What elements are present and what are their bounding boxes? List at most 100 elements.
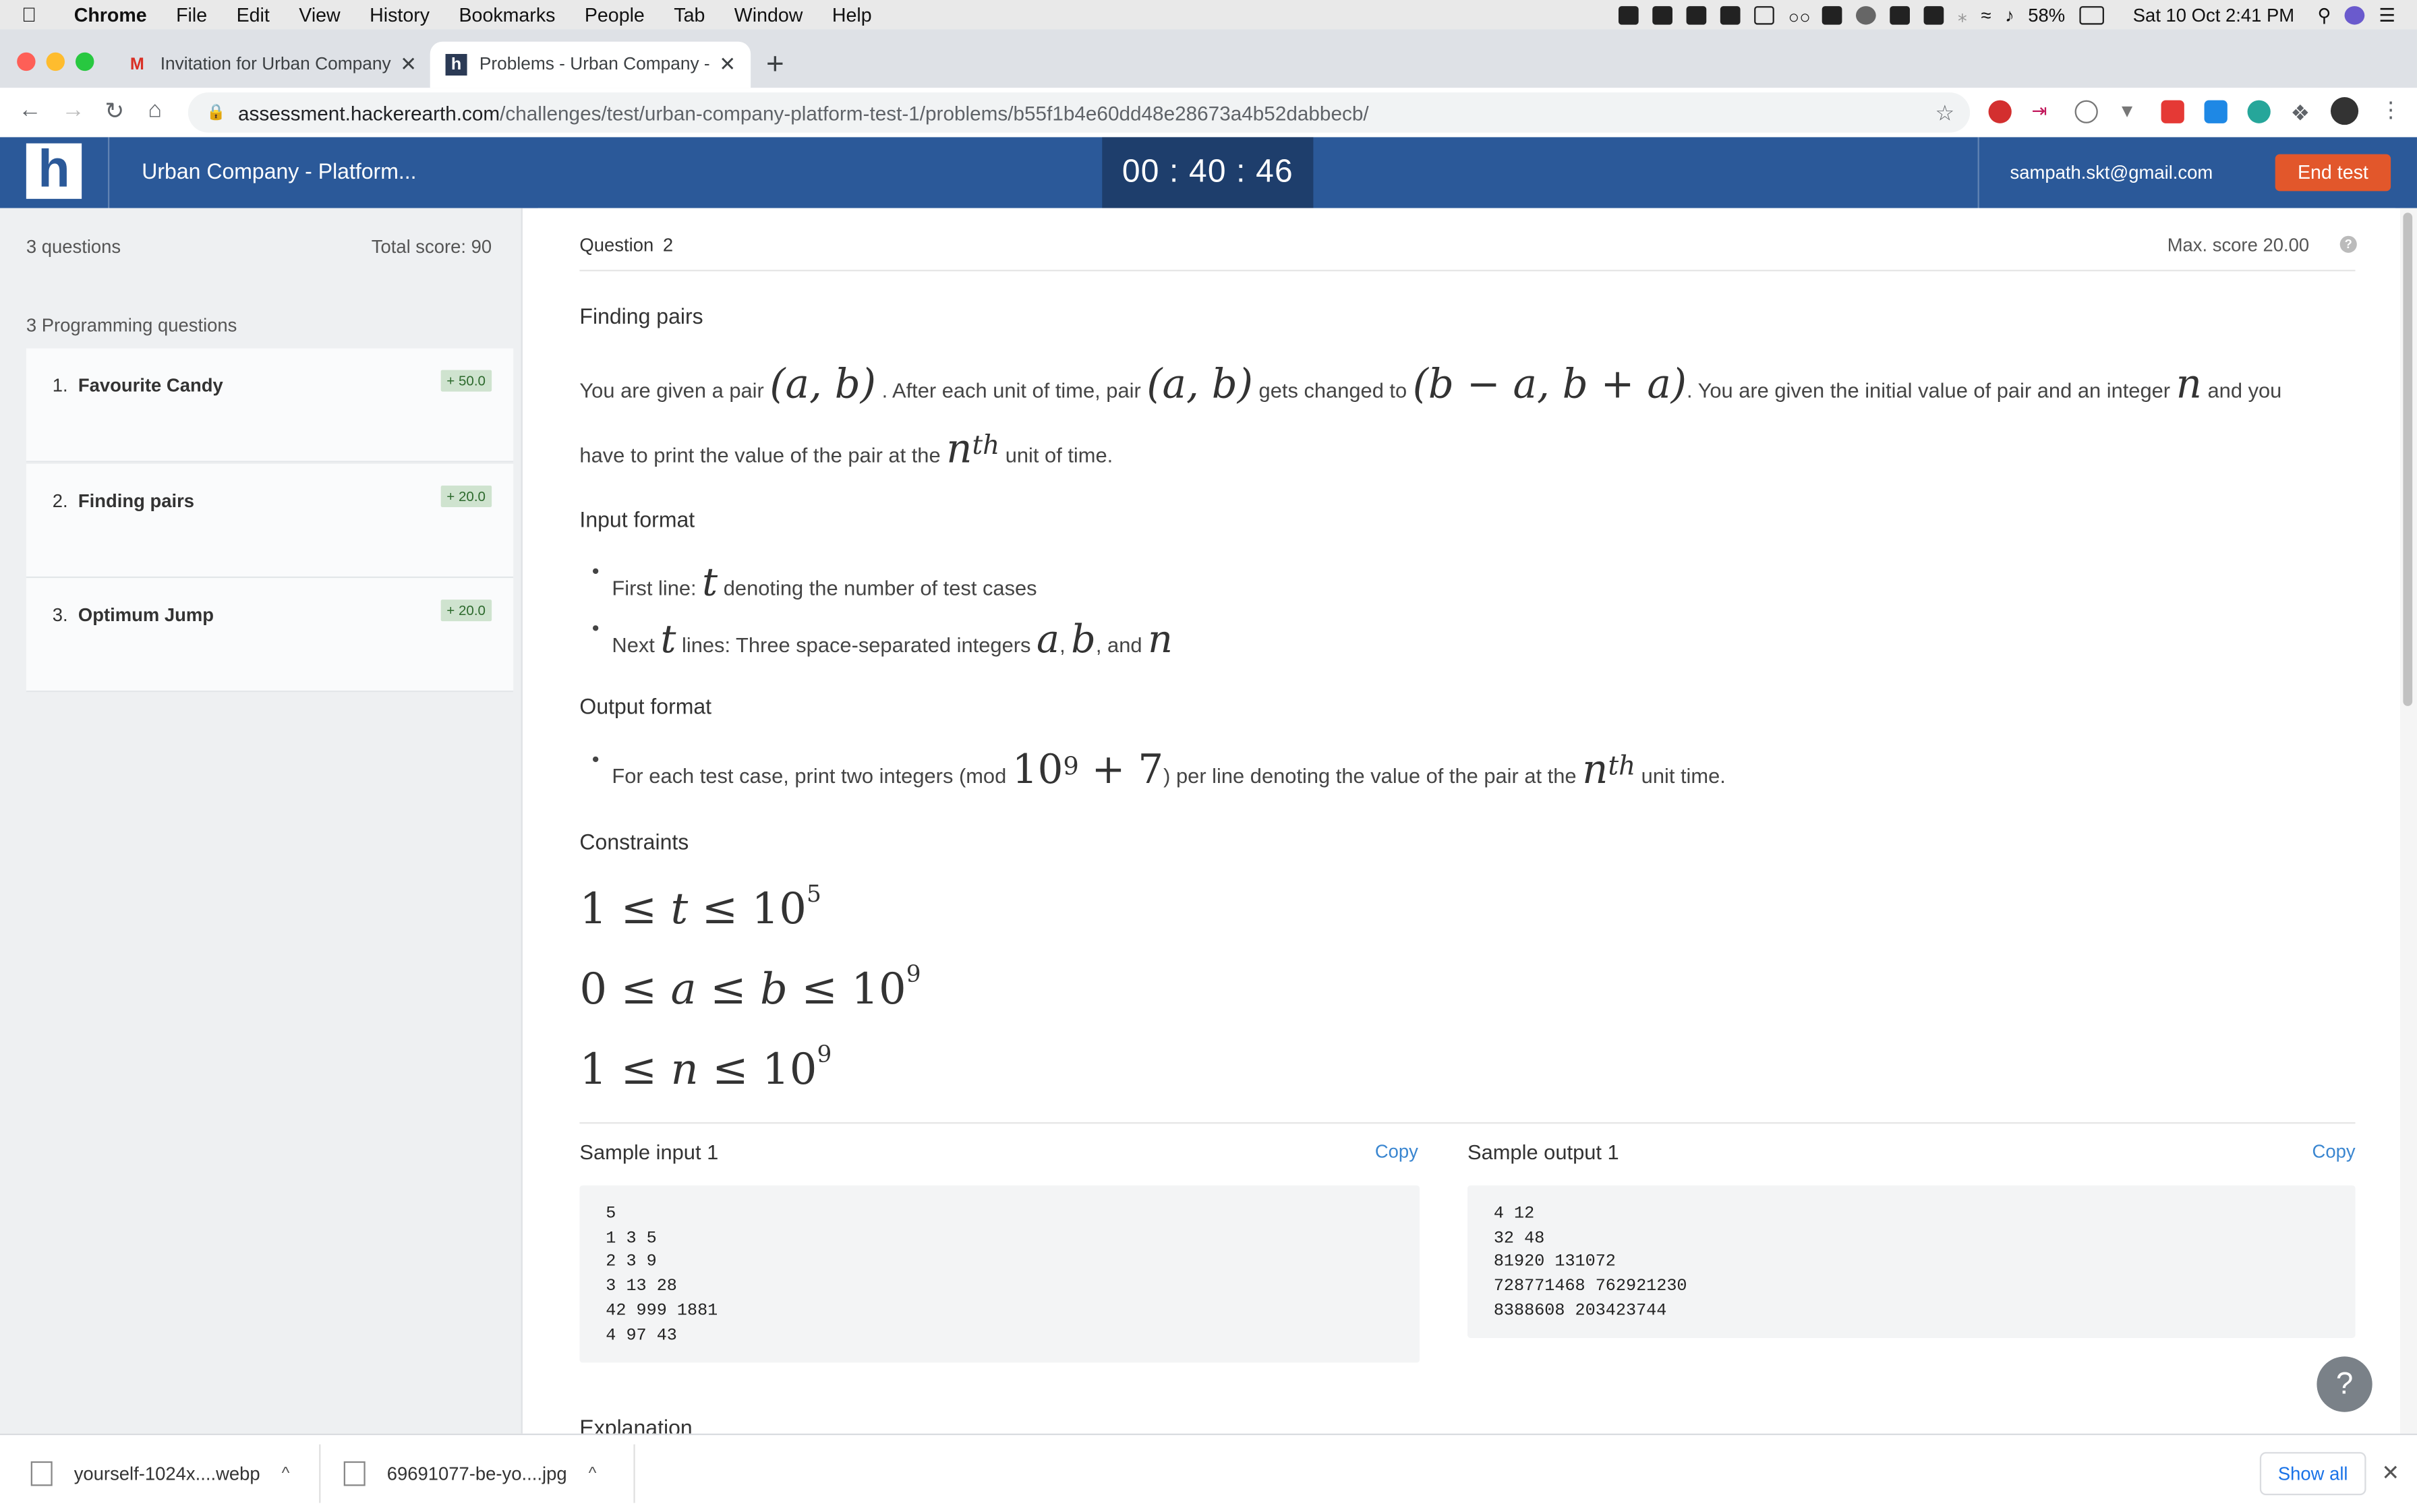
extension-icon[interactable] [2204,100,2227,123]
browser-toolbar: ← → ↻ ⌂ 🔒 assessment.hackerearth.com/cha… [0,88,2417,139]
copy-input-button[interactable]: Copy [1375,1140,1418,1162]
divider [319,1444,321,1503]
question-label: 1. Favourite Candy [52,374,223,397]
forward-icon[interactable]: → [61,97,84,123]
end-test-button[interactable]: End test [2275,154,2391,192]
wifi-icon[interactable]: ≈ [1981,4,1991,26]
adblock-icon[interactable] [1988,100,2012,123]
sample-input-code[interactable]: 5 1 3 5 2 3 9 3 13 28 42 999 1881 4 97 4… [579,1185,1420,1363]
chevron-up-icon[interactable]: ^ [282,1464,290,1482]
problem-statement-line-1: You are given a pair (a, b) . After each… [579,362,2282,409]
tray-app-icon[interactable] [1923,5,1944,24]
bluetooth-icon[interactable]: ⁎ [1958,4,1967,26]
user-email[interactable]: sampath.skt@gmail.com [2010,162,2213,183]
tab-gmail[interactable]: M Invitation for Urban Company - ✕ [111,42,432,88]
tray-app-icon[interactable] [1720,5,1741,24]
volume-icon[interactable]: ♪ [2005,4,2014,26]
constraints-heading: Constraints [579,829,689,854]
scrollbar[interactable] [2399,208,2417,1434]
dropbox-icon[interactable] [1686,5,1707,24]
docker-icon[interactable] [1652,5,1673,24]
tray-app-icon[interactable] [1619,5,1639,24]
countdown-timer: 00 : 40 : 46 [1102,137,1314,208]
back-icon[interactable]: ← [18,97,41,123]
menu-bookmarks[interactable]: Bookmarks [459,4,555,26]
question-item-optimum-jump[interactable]: 3. Optimum Jump + 20.0 [26,578,514,693]
problem-panel: Question 2 Max. score 20.00 ? Finding pai… [537,208,2395,1434]
minimize-window-button[interactable] [46,52,65,71]
score-badge: + 50.0 [440,370,492,392]
download-shelf: yourself-1024x....webp ^ 69691077-be-yo.… [0,1433,2417,1512]
reload-icon[interactable]: ↻ [105,97,124,125]
battery-percent[interactable]: 58% [2028,4,2065,26]
input-format-item: First line: t denoting the number of tes… [592,560,1037,604]
close-shelf-icon[interactable]: ✕ [2381,1460,2399,1486]
menu-history[interactable]: History [370,4,430,26]
menu-help[interactable]: Help [832,4,872,26]
download-item[interactable]: yourself-1024x....webp ^ [30,1435,290,1512]
show-all-downloads-button[interactable]: Show all [2259,1452,2366,1496]
extension-icon[interactable]: ⇥ [2032,100,2055,123]
home-icon[interactable]: ⌂ [148,97,162,123]
address-bar[interactable]: 🔒 assessment.hackerearth.com/challenges/… [187,92,1971,133]
section-title: 3 Programming questions [26,314,237,337]
problem-title: Finding pairs [579,303,703,328]
menubar-tray: ○○ ⁎ ≈ ♪ 58% Sat 10 Oct 2:41 PM ⚲ ☰ [1619,0,2395,29]
sample-output-code[interactable]: 4 12 32 48 81920 131072 728771468 762921… [1467,1185,2356,1338]
extensions-puzzle-icon[interactable]: ❖ [2291,100,2314,125]
record-icon[interactable] [1856,5,1876,24]
menu-edit[interactable]: Edit [237,4,270,26]
screen:  Chrome File Edit View History Bookmark… [0,0,2417,1512]
constraint-t: 1 ≤ t ≤ 105 [579,880,821,935]
control-center-icon[interactable]: ☰ [2379,4,2395,26]
tab-problems[interactable]: h Problems - Urban Company - F ✕ [430,41,751,88]
menu-tab[interactable]: Tab [674,4,705,26]
tray-app-icon[interactable] [1890,5,1911,24]
new-tab-button[interactable]: + [766,48,784,84]
apple-icon[interactable]:  [22,3,43,26]
question-item-favourite-candy[interactable]: 1. Favourite Candy + 50.0 [26,348,514,463]
download-item[interactable]: 69691077-be-yo....jpg ^ [343,1435,597,1512]
lock-icon[interactable]: 🔒 [206,104,225,121]
spotlight-icon[interactable]: ⚲ [2317,4,2331,26]
close-tab-icon[interactable]: ✕ [395,53,422,78]
menu-people[interactable]: People [585,4,645,26]
copy-output-button[interactable]: Copy [2312,1140,2356,1162]
menu-file[interactable]: File [176,4,207,26]
battery-icon[interactable] [2078,5,2104,24]
question-item-finding-pairs[interactable]: 2. Finding pairs + 20.0 [26,463,514,579]
score-badge: + 20.0 [440,600,492,622]
bookmark-star-icon[interactable]: ☆ [1935,99,1955,125]
menu-app[interactable]: Chrome [74,4,147,26]
window-icon[interactable] [1754,5,1775,24]
help-icon[interactable]: ? [2339,235,2357,253]
close-window-button[interactable] [17,52,36,71]
help-chat-button[interactable]: ? [2317,1356,2372,1412]
siri-icon[interactable] [2345,5,2365,24]
grammarly-icon[interactable] [2247,100,2271,123]
scrollbar-thumb[interactable] [2403,212,2413,706]
tray-app-icon[interactable] [1822,5,1842,24]
download-filename: 69691077-be-yo....jpg [386,1463,567,1485]
profile-avatar[interactable] [2330,96,2359,125]
close-tab-icon[interactable]: ✕ [714,53,741,78]
tab-title: Problems - Urban Company - F [479,55,714,74]
divider [579,1122,2356,1124]
menu-window[interactable]: Window [734,4,803,26]
test-title: Urban Company - Platform... [142,158,417,183]
zoom-window-button[interactable] [75,52,94,71]
chrome-menu-icon[interactable]: ⋮ [2380,97,2403,122]
problem-statement-line-2: have to print the value of the pair at t… [579,427,1113,473]
extension-icon[interactable] [2074,100,2098,123]
output-format-heading: Output format [579,693,712,719]
hackerearth-logo[interactable]: h [26,144,82,199]
sample-output-title: Sample output 1 [1467,1140,1619,1164]
question-number: 2 [662,234,674,256]
tab-strip: M Invitation for Urban Company - ✕ h Pro… [0,29,2417,88]
chevron-up-icon[interactable]: ^ [589,1464,597,1482]
vue-devtools-icon[interactable]: ▼ [2118,100,2141,123]
calendar-extension-icon[interactable] [2161,100,2184,123]
glasses-icon[interactable]: ○○ [1788,5,1811,27]
datetime[interactable]: Sat 10 Oct 2:41 PM [2133,4,2294,26]
menu-view[interactable]: View [299,4,340,26]
